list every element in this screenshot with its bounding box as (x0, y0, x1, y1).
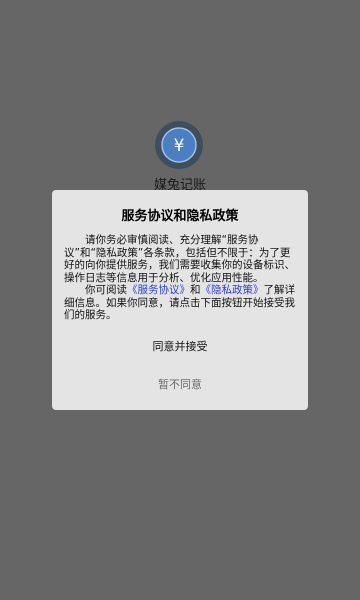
app-logo: ¥ (155, 121, 203, 169)
decline-button[interactable]: 暂不同意 (52, 376, 308, 392)
paragraph-2-prefix: 你可阅读 (85, 284, 127, 296)
screen: ¥ 媒兔记账 服务协议和隐私政策 请你务必审慎阅读、充分理解“服务协议”和“隐私… (0, 0, 360, 600)
yen-glyph: ¥ (174, 136, 185, 156)
dialog-body: 请你务必审慎阅读、充分理解“服务协议”和“隐私政策”各条款，包括但不限于：为了更… (64, 234, 298, 322)
privacy-dialog: 服务协议和隐私政策 请你务必审慎阅读、充分理解“服务协议”和“隐私政策”各条款，… (52, 190, 308, 410)
service-agreement-link[interactable]: 《服务协议》 (127, 284, 190, 296)
yen-coin-icon: ¥ (156, 122, 202, 168)
privacy-policy-link[interactable]: 《隐私政策》 (201, 284, 264, 296)
dialog-paragraph-1: 请你务必审慎阅读、充分理解“服务协议”和“隐私政策”各条款，包括但不限于：为了更… (64, 234, 295, 284)
accept-button[interactable]: 同意并接受 (52, 338, 308, 354)
dialog-title: 服务协议和隐私政策 (121, 209, 239, 224)
dialog-paragraph-2: 你可阅读《服务协议》和《隐私政策》了解详细信息。如果你同意，请点击下面按钮开始接… (64, 284, 298, 322)
paragraph-2-and: 和 (190, 284, 201, 296)
